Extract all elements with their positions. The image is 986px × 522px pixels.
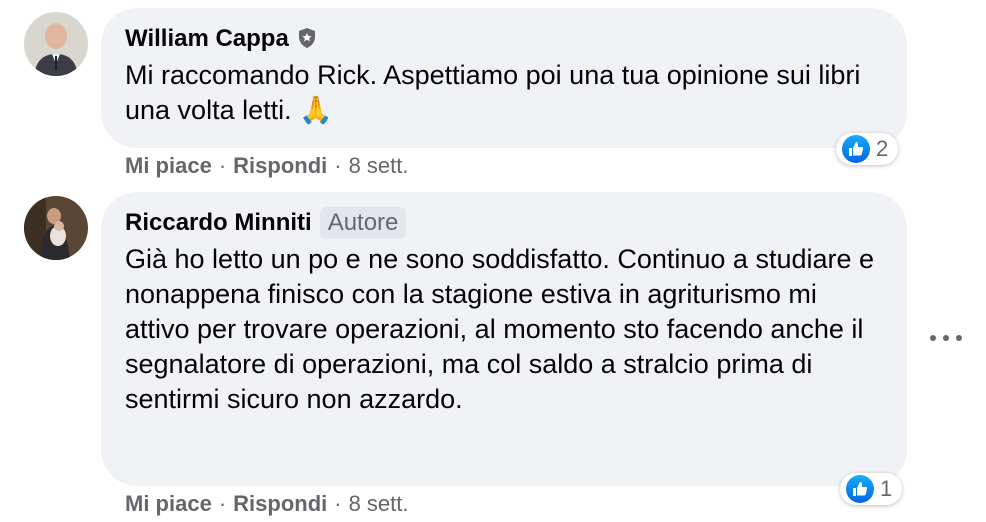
like-reaction-icon (842, 135, 870, 163)
separator: · (218, 491, 227, 516)
reply-link[interactable]: Rispondi (233, 491, 327, 517)
comment-actions: Mi piace · Rispondi · 8 sett. (125, 153, 409, 179)
timestamp[interactable]: 8 sett. (349, 491, 409, 517)
reaction-count: 1 (880, 476, 893, 501)
avatar-riccardo-minniti[interactable] (24, 196, 88, 260)
comment-text: Già ho letto un po e ne sono soddisfatto… (125, 244, 875, 414)
like-reaction-icon (846, 475, 874, 503)
comment-actions: Mi piace · Rispondi · 8 sett. (125, 491, 409, 517)
reactions-summary[interactable]: 2 (836, 133, 899, 165)
comment-text: Mi raccomando Rick. Aspettiamo poi una t… (125, 60, 861, 125)
timestamp[interactable]: 8 sett. (349, 153, 409, 179)
reaction-count: 2 (876, 136, 889, 161)
like-link[interactable]: Mi piace (125, 491, 212, 517)
author-name[interactable]: William Cappa (125, 25, 289, 53)
reactions-summary[interactable]: 1 (840, 473, 903, 505)
separator: · (334, 491, 342, 516)
avatar-william-cappa[interactable] (24, 12, 88, 76)
reply-link[interactable]: Rispondi (233, 153, 327, 179)
separator: · (218, 153, 227, 178)
comment-bubble: Riccardo Minniti Autore Già ho letto un … (101, 192, 907, 486)
author-badge: Autore (319, 207, 407, 239)
comment-bubble: William Cappa Mi raccomando Rick. Aspett… (101, 8, 907, 148)
separator: · (334, 153, 342, 178)
shield-icon[interactable] (297, 27, 319, 51)
like-link[interactable]: Mi piace (125, 153, 212, 179)
author-name[interactable]: Riccardo Minniti (125, 209, 312, 237)
more-options-icon[interactable] (930, 326, 962, 350)
